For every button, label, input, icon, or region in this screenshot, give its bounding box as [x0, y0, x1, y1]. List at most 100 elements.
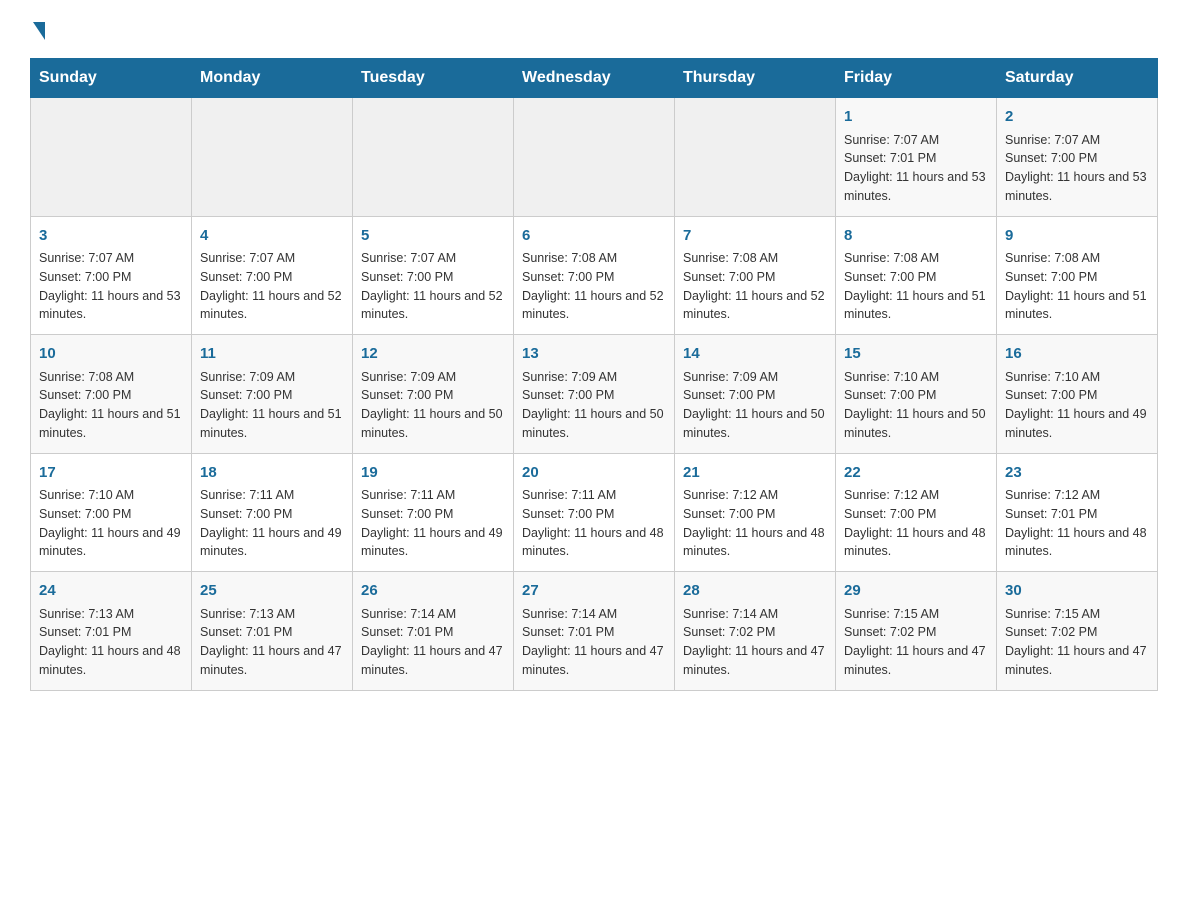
page-header	[30, 20, 1158, 40]
calendar-day-cell: 12Sunrise: 7:09 AM Sunset: 7:00 PM Dayli…	[353, 335, 514, 454]
day-number: 17	[39, 462, 183, 485]
day-info: Sunrise: 7:12 AM Sunset: 7:00 PM Dayligh…	[844, 486, 988, 561]
calendar-day-cell	[353, 98, 514, 217]
calendar-day-header: Saturday	[997, 59, 1158, 98]
day-info: Sunrise: 7:09 AM Sunset: 7:00 PM Dayligh…	[522, 368, 666, 443]
calendar-day-cell	[514, 98, 675, 217]
day-number: 3	[39, 225, 183, 248]
day-info: Sunrise: 7:08 AM Sunset: 7:00 PM Dayligh…	[39, 368, 183, 443]
day-info: Sunrise: 7:11 AM Sunset: 7:00 PM Dayligh…	[522, 486, 666, 561]
day-number: 15	[844, 343, 988, 366]
calendar-day-cell: 8Sunrise: 7:08 AM Sunset: 7:00 PM Daylig…	[836, 216, 997, 335]
calendar-day-cell: 29Sunrise: 7:15 AM Sunset: 7:02 PM Dayli…	[836, 572, 997, 691]
calendar-day-cell: 23Sunrise: 7:12 AM Sunset: 7:01 PM Dayli…	[997, 453, 1158, 572]
day-number: 20	[522, 462, 666, 485]
day-info: Sunrise: 7:13 AM Sunset: 7:01 PM Dayligh…	[39, 605, 183, 680]
calendar-day-cell: 10Sunrise: 7:08 AM Sunset: 7:00 PM Dayli…	[31, 335, 192, 454]
calendar-day-cell: 4Sunrise: 7:07 AM Sunset: 7:00 PM Daylig…	[192, 216, 353, 335]
calendar-day-cell: 26Sunrise: 7:14 AM Sunset: 7:01 PM Dayli…	[353, 572, 514, 691]
day-number: 25	[200, 580, 344, 603]
calendar-day-cell: 6Sunrise: 7:08 AM Sunset: 7:00 PM Daylig…	[514, 216, 675, 335]
day-number: 7	[683, 225, 827, 248]
calendar-day-cell: 20Sunrise: 7:11 AM Sunset: 7:00 PM Dayli…	[514, 453, 675, 572]
day-number: 29	[844, 580, 988, 603]
day-number: 16	[1005, 343, 1149, 366]
calendar-header-row: SundayMondayTuesdayWednesdayThursdayFrid…	[31, 59, 1158, 98]
day-number: 5	[361, 225, 505, 248]
calendar-day-cell: 25Sunrise: 7:13 AM Sunset: 7:01 PM Dayli…	[192, 572, 353, 691]
calendar-day-cell: 16Sunrise: 7:10 AM Sunset: 7:00 PM Dayli…	[997, 335, 1158, 454]
day-number: 24	[39, 580, 183, 603]
calendar-day-cell	[675, 98, 836, 217]
day-info: Sunrise: 7:07 AM Sunset: 7:00 PM Dayligh…	[200, 249, 344, 324]
day-info: Sunrise: 7:13 AM Sunset: 7:01 PM Dayligh…	[200, 605, 344, 680]
day-info: Sunrise: 7:08 AM Sunset: 7:00 PM Dayligh…	[1005, 249, 1149, 324]
day-number: 12	[361, 343, 505, 366]
logo-arrow-icon	[33, 22, 45, 40]
calendar-week-row: 24Sunrise: 7:13 AM Sunset: 7:01 PM Dayli…	[31, 572, 1158, 691]
calendar-day-header: Sunday	[31, 59, 192, 98]
day-info: Sunrise: 7:09 AM Sunset: 7:00 PM Dayligh…	[361, 368, 505, 443]
day-info: Sunrise: 7:09 AM Sunset: 7:00 PM Dayligh…	[683, 368, 827, 443]
calendar-day-cell: 1Sunrise: 7:07 AM Sunset: 7:01 PM Daylig…	[836, 98, 997, 217]
calendar-week-row: 3 Sunrise: 7:07 AM Sunset: 7:00 PM Daylig…	[31, 216, 1158, 335]
calendar-day-cell: 18Sunrise: 7:11 AM Sunset: 7:00 PM Dayli…	[192, 453, 353, 572]
day-number: 27	[522, 580, 666, 603]
day-info: Sunrise: 7:12 AM Sunset: 7:01 PM Dayligh…	[1005, 486, 1149, 561]
calendar-day-cell: 7Sunrise: 7:08 AM Sunset: 7:00 PM Daylig…	[675, 216, 836, 335]
calendar-day-cell: 5Sunrise: 7:07 AM Sunset: 7:00 PM Daylig…	[353, 216, 514, 335]
calendar-day-cell: 2Sunrise: 7:07 AM Sunset: 7:00 PM Daylig…	[997, 98, 1158, 217]
day-number: 21	[683, 462, 827, 485]
day-info: Sunrise: 7:14 AM Sunset: 7:01 PM Dayligh…	[361, 605, 505, 680]
calendar-day-header: Friday	[836, 59, 997, 98]
logo	[30, 20, 45, 40]
day-number: 1	[844, 106, 988, 129]
day-number: 23	[1005, 462, 1149, 485]
day-info: Sunrise: 7:11 AM Sunset: 7:00 PM Dayligh…	[200, 486, 344, 561]
calendar-day-cell: 11Sunrise: 7:09 AM Sunset: 7:00 PM Dayli…	[192, 335, 353, 454]
day-info: Sunrise: 7:07 AM Sunset: 7:00 PM Dayligh…	[361, 249, 505, 324]
day-info: Sunrise: 7:08 AM Sunset: 7:00 PM Dayligh…	[683, 249, 827, 324]
day-info: Sunrise: 7:10 AM Sunset: 7:00 PM Dayligh…	[39, 486, 183, 561]
day-info: Sunrise: 7:15 AM Sunset: 7:02 PM Dayligh…	[1005, 605, 1149, 680]
day-number: 22	[844, 462, 988, 485]
day-info: Sunrise: 7:07 AM Sunset: 7:01 PM Dayligh…	[844, 131, 988, 206]
day-number: 11	[200, 343, 344, 366]
day-number: 14	[683, 343, 827, 366]
day-info: Sunrise: 7:12 AM Sunset: 7:00 PM Dayligh…	[683, 486, 827, 561]
calendar-day-cell: 17Sunrise: 7:10 AM Sunset: 7:00 PM Dayli…	[31, 453, 192, 572]
day-info: Sunrise: 7:15 AM Sunset: 7:02 PM Dayligh…	[844, 605, 988, 680]
day-info: Sunrise: 7:14 AM Sunset: 7:02 PM Dayligh…	[683, 605, 827, 680]
day-number: 19	[361, 462, 505, 485]
day-number: 13	[522, 343, 666, 366]
calendar-week-row: 17Sunrise: 7:10 AM Sunset: 7:00 PM Dayli…	[31, 453, 1158, 572]
calendar-week-row: 10Sunrise: 7:08 AM Sunset: 7:00 PM Dayli…	[31, 335, 1158, 454]
calendar-week-row: 1Sunrise: 7:07 AM Sunset: 7:01 PM Daylig…	[31, 98, 1158, 217]
day-number: 10	[39, 343, 183, 366]
calendar-day-cell: 28Sunrise: 7:14 AM Sunset: 7:02 PM Dayli…	[675, 572, 836, 691]
day-number: 26	[361, 580, 505, 603]
calendar-day-header: Wednesday	[514, 59, 675, 98]
calendar-day-cell	[192, 98, 353, 217]
day-info: Sunrise: 7:09 AM Sunset: 7:00 PM Dayligh…	[200, 368, 344, 443]
day-number: 18	[200, 462, 344, 485]
calendar-day-header: Thursday	[675, 59, 836, 98]
day-info: Sunrise: 7:07 AM Sunset: 7:00 PM Dayligh…	[1005, 131, 1149, 206]
calendar-day-header: Monday	[192, 59, 353, 98]
day-number: 2	[1005, 106, 1149, 129]
calendar-day-cell: 13Sunrise: 7:09 AM Sunset: 7:00 PM Dayli…	[514, 335, 675, 454]
day-number: 4	[200, 225, 344, 248]
day-info: Sunrise: 7:10 AM Sunset: 7:00 PM Dayligh…	[1005, 368, 1149, 443]
calendar-day-cell: 15Sunrise: 7:10 AM Sunset: 7:00 PM Dayli…	[836, 335, 997, 454]
calendar-day-header: Tuesday	[353, 59, 514, 98]
calendar-day-cell: 14Sunrise: 7:09 AM Sunset: 7:00 PM Dayli…	[675, 335, 836, 454]
day-info: Sunrise: 7:08 AM Sunset: 7:00 PM Dayligh…	[522, 249, 666, 324]
calendar-day-cell: 27Sunrise: 7:14 AM Sunset: 7:01 PM Dayli…	[514, 572, 675, 691]
day-number: 30	[1005, 580, 1149, 603]
calendar-day-cell: 21Sunrise: 7:12 AM Sunset: 7:00 PM Dayli…	[675, 453, 836, 572]
day-number: 6	[522, 225, 666, 248]
calendar-day-cell: 9Sunrise: 7:08 AM Sunset: 7:00 PM Daylig…	[997, 216, 1158, 335]
day-number: 9	[1005, 225, 1149, 248]
calendar-day-cell: 3Sunrise: 7:07 AM Sunset: 7:00 PM Daylig…	[31, 216, 192, 335]
day-info: Sunrise: 7:14 AM Sunset: 7:01 PM Dayligh…	[522, 605, 666, 680]
